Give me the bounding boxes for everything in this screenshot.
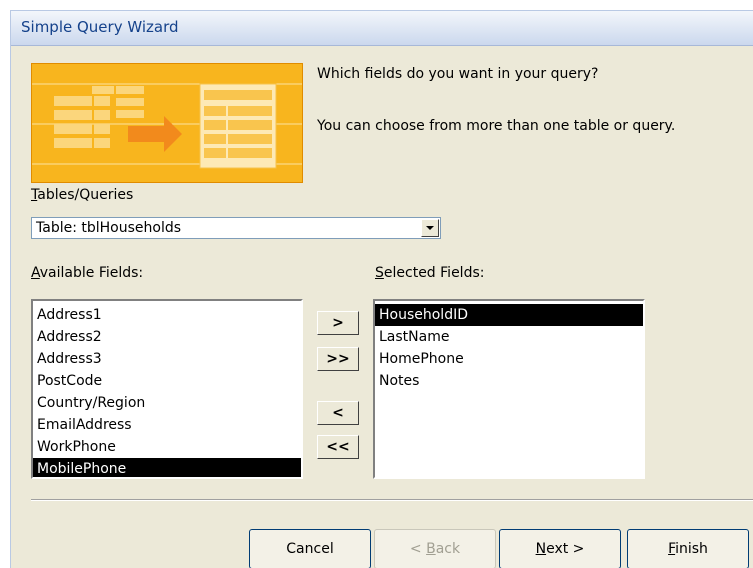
- list-item[interactable]: Address3: [33, 348, 301, 370]
- list-item[interactable]: HouseholdID: [375, 304, 643, 326]
- list-item[interactable]: WorkPhone: [33, 436, 301, 458]
- list-item[interactable]: EmailAddress: [33, 414, 301, 436]
- intro-hint: You can choose from more than one table …: [317, 118, 676, 134]
- back-button[interactable]: < Back: [374, 529, 496, 568]
- wizard-window: Simple Query Wizard Which fields do you …: [10, 10, 753, 568]
- list-item[interactable]: Country/Region: [33, 392, 301, 414]
- available-fields-list[interactable]: Address1 Address2 Address3 PostCode Country/…: [31, 299, 303, 479]
- chevron-down-icon: [426, 226, 434, 230]
- remove-one-field-button[interactable]: <: [317, 401, 359, 425]
- add-one-field-button[interactable]: >: [317, 311, 359, 335]
- list-item[interactable]: HomePhone: [375, 348, 643, 370]
- list-item[interactable]: LastName: [375, 326, 643, 348]
- table-to-table-arrow-icon: [31, 63, 303, 183]
- selected-fields-list[interactable]: HouseholdID LastName HomePhone Notes: [373, 299, 645, 479]
- list-item[interactable]: MobilePhone: [33, 458, 301, 477]
- title-bar: Simple Query Wizard: [11, 11, 753, 46]
- list-item[interactable]: Address2: [33, 326, 301, 348]
- add-all-fields-button[interactable]: >>: [317, 347, 359, 371]
- footer-divider: [31, 499, 753, 501]
- tables-queries-combobox[interactable]: Table: tblHouseholds: [31, 217, 441, 239]
- remove-all-fields-button[interactable]: <<: [317, 435, 359, 459]
- list-item[interactable]: Notes: [375, 370, 643, 392]
- dropdown-button[interactable]: [421, 219, 439, 237]
- finish-button[interactable]: Finish: [627, 529, 749, 568]
- window-title: Simple Query Wizard: [21, 18, 179, 36]
- list-item[interactable]: PostCode: [33, 370, 301, 392]
- next-button[interactable]: Next >: [499, 529, 621, 568]
- tables-queries-value: Table: tblHouseholds: [36, 220, 182, 236]
- selected-fields-label: Selected Fields:: [375, 265, 485, 281]
- list-item[interactable]: Address1: [33, 304, 301, 326]
- intro-question: Which fields do you want in your query?: [317, 66, 599, 82]
- available-fields-label: Available Fields:: [31, 265, 144, 281]
- cancel-button[interactable]: Cancel: [249, 529, 371, 568]
- tables-queries-label: Tables/Queries: [31, 187, 134, 203]
